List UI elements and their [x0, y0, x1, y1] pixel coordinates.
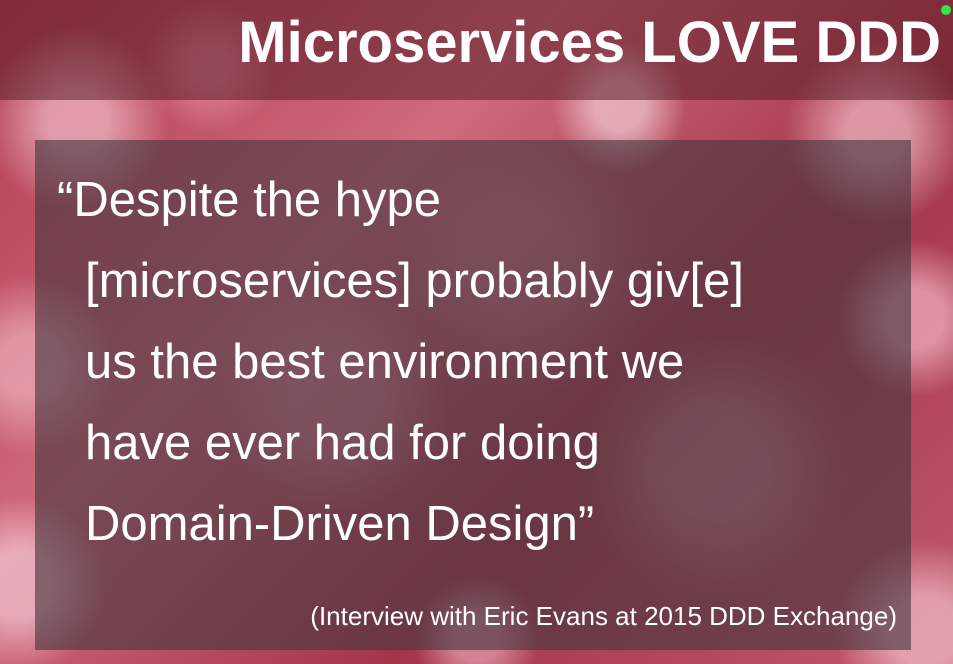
quote-attribution: (Interview with Eric Evans at 2015 DDD E… [310, 601, 897, 631]
title-bar: Microservices LOVE DDD [0, 0, 953, 100]
slide-title: Microservices LOVE DDD [238, 10, 941, 75]
quote-box: “Despite the hype [microservices] probab… [35, 140, 911, 650]
status-dot-icon [941, 5, 951, 15]
quote-line: “Despite the hype [57, 173, 442, 227]
quote-line: have ever had for doing [85, 416, 600, 470]
quote-line: [microservices] probably giv[e] [85, 254, 745, 308]
quote-line: Domain-Driven Design” [85, 497, 595, 551]
slide: Microservices LOVE DDD “Despite the hype… [0, 0, 953, 664]
quote-text: “Despite the hype [microservices] probab… [57, 160, 897, 565]
quote-line: us the best environment we [85, 335, 685, 389]
